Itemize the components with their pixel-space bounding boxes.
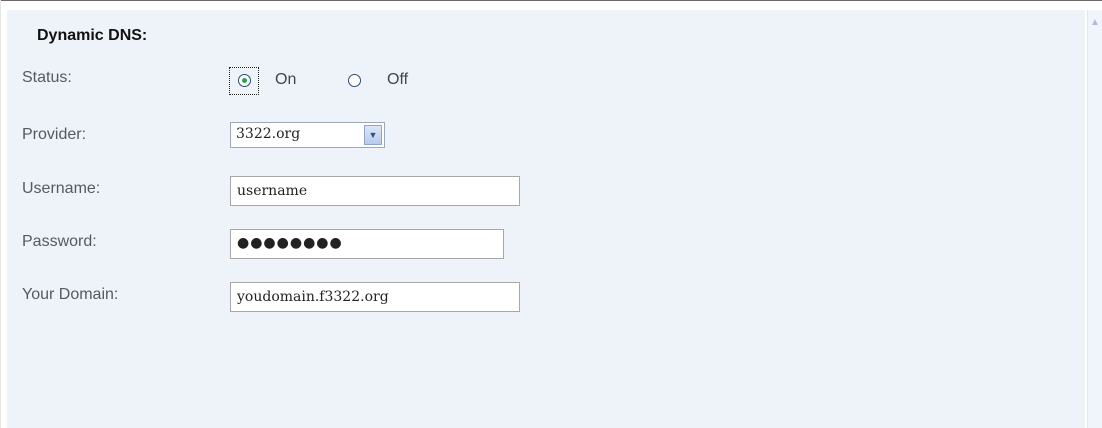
status-on-radio[interactable] [238, 74, 251, 87]
dynamic-dns-panel [7, 10, 1085, 428]
vertical-scrollbar[interactable] [1087, 10, 1102, 428]
provider-selected-value: 3322.org [236, 126, 301, 142]
chevron-down-icon[interactable]: ▼ [364, 125, 382, 145]
domain-label: Your Domain: [22, 286, 119, 303]
password-input[interactable]: ●●●●●●●● [230, 229, 504, 259]
status-label: Status: [22, 69, 72, 86]
username-input[interactable]: username [230, 176, 520, 206]
section-title: Dynamic DNS: [37, 27, 148, 44]
status-on-label[interactable]: On [275, 71, 296, 89]
window-top-border [0, 0, 1102, 1]
password-label: Password: [22, 233, 97, 250]
domain-input[interactable]: youdomain.f3322.org [230, 282, 520, 312]
scroll-up-arrow-icon[interactable]: ▲ [1089, 12, 1101, 34]
provider-label: Provider: [22, 126, 87, 143]
window-left-border [0, 0, 1, 428]
status-off-label[interactable]: Off [387, 71, 408, 89]
provider-select[interactable]: 3322.org ▼ [230, 122, 385, 148]
username-label: Username: [22, 180, 101, 197]
status-off-radio[interactable] [348, 74, 361, 87]
